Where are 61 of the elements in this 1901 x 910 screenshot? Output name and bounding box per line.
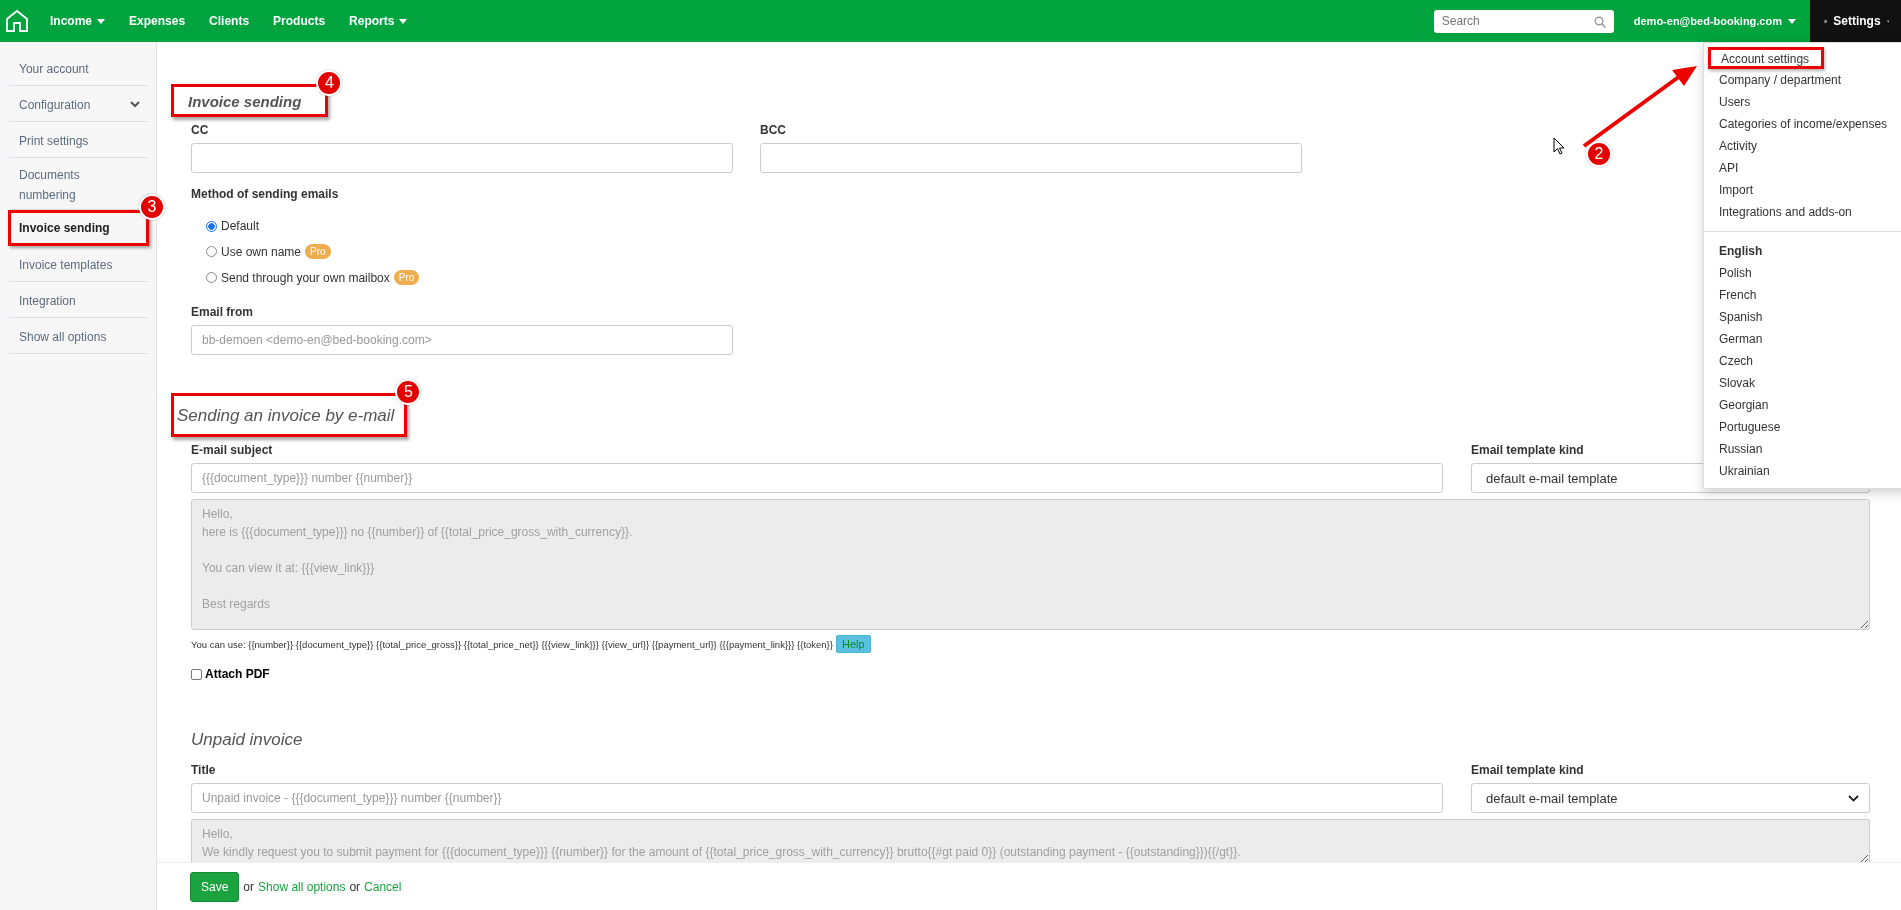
- pro-badge: Pro: [305, 244, 331, 259]
- title-field[interactable]: Unpaid invoice - {{{document_type}}} number {{number}}: [191, 783, 1443, 813]
- or-text: or: [349, 879, 361, 894]
- attach-pdf-checkbox[interactable]: Attach PDF: [191, 667, 270, 681]
- menu-item[interactable]: Integrations and adds-on: [1704, 201, 1866, 223]
- menu-item[interactable]: Categories of income/expenses: [1704, 113, 1901, 135]
- menu-item[interactable]: Company / department: [1704, 69, 1856, 91]
- search-icon: [1593, 15, 1606, 28]
- radio-option[interactable]: Send through your own mailbox Pro: [206, 270, 420, 285]
- search-field[interactable]: Search: [1433, 9, 1614, 33]
- email-from-field[interactable]: bb-demoen <demo-en@bed-booking.com>: [191, 325, 733, 355]
- field-label: E-mail subject: [191, 443, 273, 457]
- language-item[interactable]: Czech: [1704, 350, 1767, 372]
- menu-item[interactable]: Activity: [1704, 135, 1771, 157]
- callout-badge: 2: [1586, 141, 1612, 167]
- language-item[interactable]: Spanish: [1704, 306, 1777, 328]
- language-item[interactable]: English: [1704, 240, 1777, 262]
- menu-item[interactable]: Import: [1704, 179, 1767, 201]
- callout-badge: 3: [139, 194, 165, 220]
- template-select[interactable]: default e-mail template: [1471, 783, 1870, 813]
- caret-icon: [1788, 18, 1796, 24]
- field-label: Method of sending emails: [191, 187, 339, 201]
- settings-menu-button[interactable]: Settings: [1810, 0, 1901, 42]
- sidebar-item[interactable]: Print settings: [8, 122, 149, 158]
- sidebar-item[interactable]: Invoice sending: [8, 210, 149, 246]
- radio-option[interactable]: Use own name Pro: [206, 244, 331, 259]
- radio-option[interactable]: Default: [206, 219, 260, 233]
- callout-badge: 4: [316, 70, 343, 96]
- sidebar-item[interactable]: Show all options: [8, 318, 149, 354]
- mouse-cursor-icon: [1553, 137, 1565, 155]
- cc-field[interactable]: [191, 143, 733, 173]
- sidebar-item[interactable]: Integration: [8, 282, 149, 318]
- language-item[interactable]: Portuguese: [1704, 416, 1795, 438]
- callout-badge: 5: [395, 379, 422, 405]
- subject-field[interactable]: {{{document_type}}} number {{number}}: [191, 463, 1443, 493]
- chevron-down-icon: [1848, 794, 1859, 802]
- sidebar-item[interactable]: Invoice templates: [8, 246, 149, 282]
- or-text: or: [243, 879, 255, 894]
- pro-badge: Pro: [393, 270, 420, 285]
- chevron-down-icon: [130, 101, 140, 108]
- language-item[interactable]: German: [1704, 328, 1777, 350]
- field-label: Email template kind: [1471, 763, 1584, 777]
- home-icon[interactable]: [5, 9, 29, 33]
- section-title: Unpaid invoice: [190, 729, 304, 751]
- field-label: CC: [191, 123, 209, 137]
- menu-item[interactable]: API: [1704, 157, 1753, 179]
- language-item[interactable]: Polish: [1704, 262, 1766, 284]
- field-label: BCC: [760, 123, 786, 137]
- menu-item[interactable]: Users: [1704, 91, 1765, 113]
- hint-text: You can use: {{number}} {{document_type}} {{total_price_gross}} {{total_price_net}} {{{view_link}}} {{view_url}} {{payment_url}} {{{payment_link}}} {{token}}: [191, 638, 833, 650]
- field-label: Email template kind: [1471, 443, 1584, 457]
- language-item[interactable]: Georgian: [1704, 394, 1783, 416]
- field-label: Title: [191, 763, 216, 777]
- language-item[interactable]: French: [1704, 284, 1771, 306]
- sidebar-item[interactable]: Configuration: [8, 86, 149, 122]
- language-item[interactable]: Russian: [1704, 438, 1777, 460]
- language-item[interactable]: Ukrainian: [1704, 460, 1784, 482]
- bcc-field[interactable]: [760, 143, 1302, 173]
- field-label: Email from: [191, 305, 253, 319]
- sidebar-item[interactable]: Your account: [8, 50, 149, 86]
- language-item[interactable]: Slovak: [1704, 372, 1770, 394]
